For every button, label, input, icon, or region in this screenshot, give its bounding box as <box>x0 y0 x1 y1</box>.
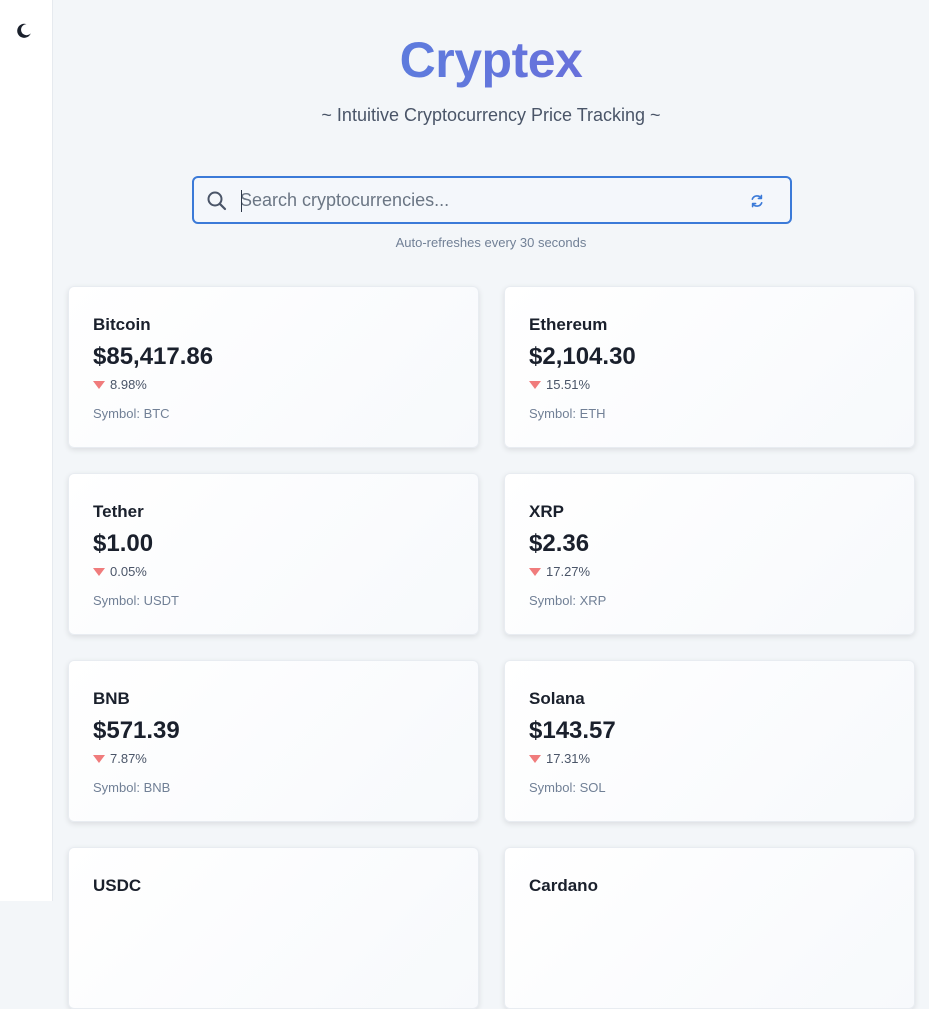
coin-name: BNB <box>93 689 130 708</box>
auto-refresh-note: Auto-refreshes every 30 seconds <box>395 235 587 250</box>
coin-card-ethereum[interactable]: Ethereum $2,104.30 15.51% Symbol: ETH <box>504 286 915 448</box>
coin-change-value: 17.27% <box>546 564 591 579</box>
coin-name: Ethereum <box>529 315 608 334</box>
tagline: ~ Intuitive Cryptocurrency Price Trackin… <box>321 105 661 125</box>
coin-price: $143.57 <box>529 717 616 744</box>
coin-name: XRP <box>529 502 564 521</box>
coin-price: $1.00 <box>93 530 154 557</box>
brand-title: Cryptex <box>53 30 929 90</box>
coin-card-bitcoin[interactable]: Bitcoin $85,417.86 8.98% Symbol: BTC <box>68 286 479 448</box>
down-arrow-icon <box>529 380 541 389</box>
moon-icon <box>17 23 31 38</box>
coin-change: 17.31% <box>529 751 590 766</box>
coin-name: USDC <box>93 876 142 895</box>
down-arrow-icon <box>93 754 105 763</box>
down-arrow-icon <box>93 567 105 576</box>
down-arrow-icon <box>93 380 105 389</box>
main-content: Cryptex ~ Intuitive Cryptocurrency Price… <box>53 0 929 1009</box>
coin-change-value: 8.98% <box>110 377 147 392</box>
search-icon <box>207 191 227 211</box>
coin-name: Tether <box>93 502 144 521</box>
coin-card-usdc[interactable]: USDC <box>68 847 479 1009</box>
coin-change: 15.51% <box>529 377 590 392</box>
coin-symbol: Symbol: BTC <box>93 406 170 421</box>
coin-card-bnb[interactable]: BNB $571.39 7.87% Symbol: BNB <box>68 660 479 822</box>
coin-card-tether[interactable]: Tether $1.00 0.05% Symbol: USDT <box>68 473 479 635</box>
coin-symbol: Symbol: USDT <box>93 593 179 608</box>
search-bar <box>192 176 792 224</box>
coin-name: Cardano <box>529 876 598 895</box>
down-arrow-icon <box>529 754 541 763</box>
coin-card-cardano[interactable]: Cardano <box>504 847 915 1009</box>
text-caret <box>241 190 242 212</box>
coin-change-value: 0.05% <box>110 564 147 579</box>
coin-change: 8.98% <box>93 377 147 392</box>
coin-price: $2,104.30 <box>529 343 636 370</box>
coin-name: Bitcoin <box>93 315 151 334</box>
coin-change: 17.27% <box>529 564 590 579</box>
coin-symbol: Symbol: SOL <box>529 780 606 795</box>
coin-card-solana[interactable]: Solana $143.57 17.31% Symbol: SOL <box>504 660 915 822</box>
search-input[interactable] <box>240 185 740 215</box>
down-arrow-icon <box>529 567 541 576</box>
coin-symbol: Symbol: ETH <box>529 406 606 421</box>
theme-toggle-button[interactable] <box>13 20 35 42</box>
coin-change-value: 17.31% <box>546 751 591 766</box>
coin-symbol: Symbol: BNB <box>93 780 171 795</box>
coin-change: 7.87% <box>93 751 147 766</box>
coin-change-value: 7.87% <box>110 751 147 766</box>
coin-symbol: Symbol: XRP <box>529 593 607 608</box>
refresh-icon[interactable] <box>748 192 766 210</box>
coin-name: Solana <box>529 689 585 708</box>
coin-price: $571.39 <box>93 717 180 744</box>
coin-change: 0.05% <box>93 564 147 579</box>
coin-price: $2.36 <box>529 530 590 557</box>
coin-price: $85,417.86 <box>93 343 214 370</box>
coin-card-xrp[interactable]: XRP $2.36 17.27% Symbol: XRP <box>504 473 915 635</box>
coin-change-value: 15.51% <box>546 377 591 392</box>
sidebar <box>0 0 53 901</box>
